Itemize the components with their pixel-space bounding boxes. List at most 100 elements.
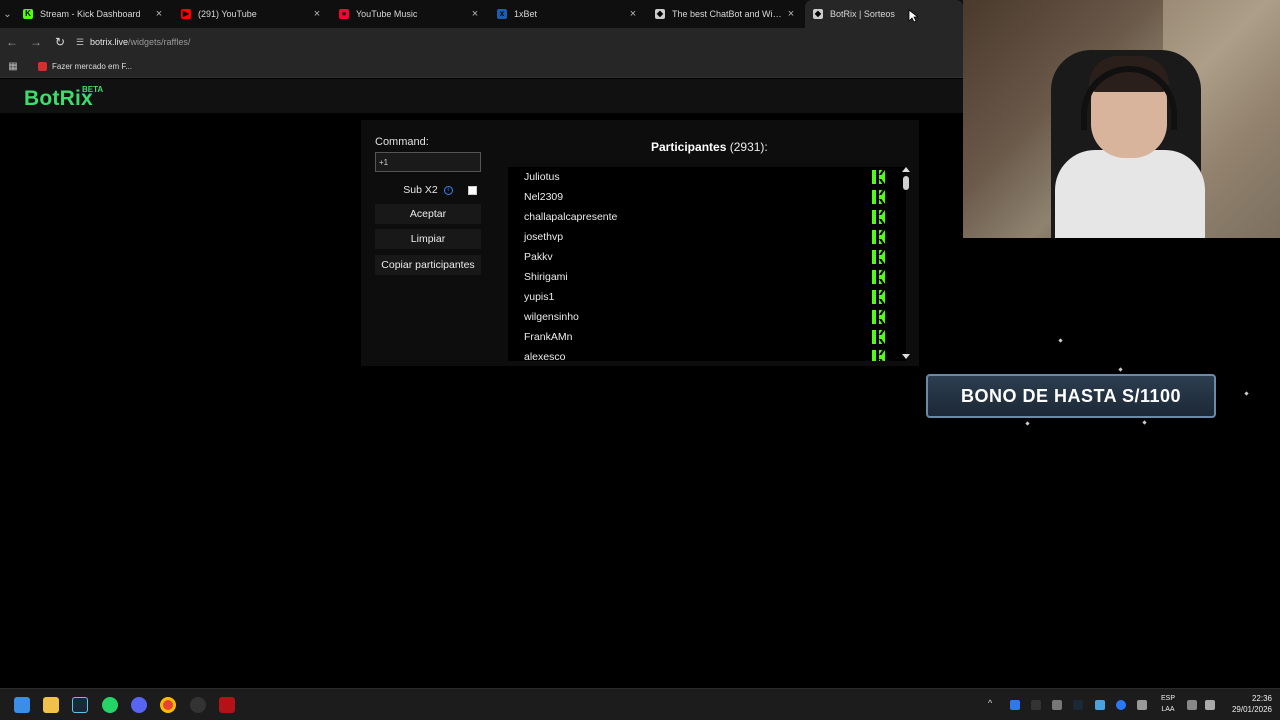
copy-participants-button[interactable]: Copiar participantes bbox=[375, 255, 481, 275]
particle bbox=[1058, 338, 1063, 343]
participant-row[interactable]: Nel2309 bbox=[508, 187, 906, 207]
network-icon[interactable] bbox=[1187, 700, 1197, 710]
participant-row[interactable]: Pakkv bbox=[508, 247, 906, 267]
language-line-1: ESP bbox=[1160, 695, 1175, 702]
command-label: Command: bbox=[375, 136, 429, 148]
participants-scrollbar[interactable] bbox=[902, 167, 910, 361]
kick-icon bbox=[872, 190, 885, 204]
participants-count: (2931) bbox=[729, 140, 765, 154]
browser-tab[interactable]: x 1xBet × bbox=[489, 0, 647, 28]
kick-icon bbox=[872, 310, 885, 324]
close-tab-icon[interactable]: × bbox=[469, 8, 481, 20]
participant-row[interactable]: challapalcapresente bbox=[508, 207, 906, 227]
url-host: botrix.live bbox=[90, 37, 129, 47]
tray-app-icon[interactable] bbox=[1010, 700, 1020, 710]
back-icon[interactable]: ← bbox=[0, 28, 24, 56]
url-field[interactable]: ☰ botrix.live/widgets/raffles/ bbox=[76, 32, 936, 52]
browser-tab[interactable]: ▶ (291) YouTube × bbox=[173, 0, 331, 28]
kick-icon bbox=[872, 210, 885, 224]
file-explorer-icon[interactable] bbox=[43, 697, 59, 713]
participants-title: Participantes (2931): bbox=[651, 140, 768, 154]
browser-tab[interactable]: ◆ BotRix | Sorteos bbox=[805, 0, 963, 28]
command-input[interactable] bbox=[375, 152, 481, 172]
participant-row[interactable]: alexesco bbox=[508, 347, 906, 361]
botrix-icon: ◆ bbox=[813, 9, 823, 19]
scroll-thumb[interactable] bbox=[903, 176, 909, 190]
participant-name: challapalcapresente bbox=[524, 211, 618, 223]
tray-overflow-icon[interactable]: ^ bbox=[988, 698, 998, 708]
tray-obs-icon[interactable] bbox=[1031, 700, 1041, 710]
participant-row[interactable]: wilgensinho bbox=[508, 307, 906, 327]
participant-row[interactable]: FrankAMn bbox=[508, 327, 906, 347]
participant-row[interactable]: Juliotus bbox=[508, 167, 906, 187]
participant-name: yupis1 bbox=[524, 291, 555, 303]
whatsapp-icon[interactable] bbox=[102, 697, 118, 713]
info-icon[interactable]: i bbox=[443, 185, 453, 195]
close-tab-icon[interactable]: × bbox=[785, 8, 797, 20]
participant-name: alexesco bbox=[524, 351, 566, 361]
tab-label: The best ChatBot and Widgets bbox=[672, 9, 785, 19]
particle bbox=[1118, 367, 1123, 372]
close-tab-icon[interactable]: × bbox=[311, 8, 323, 20]
participants-list[interactable]: Juliotus Nel2309 challapalcapresente joseth… bbox=[508, 167, 906, 361]
browser-tab[interactable]: ◆ The best ChatBot and Widgets × bbox=[647, 0, 805, 28]
youtube-icon: ▶ bbox=[181, 9, 191, 19]
clock[interactable]: 22:36 29/01/2026 bbox=[1222, 693, 1272, 715]
1xbet-icon: x bbox=[497, 9, 507, 19]
sub-x2-checkbox[interactable] bbox=[468, 186, 477, 195]
chrome-icon[interactable] bbox=[160, 697, 176, 713]
kick-icon bbox=[872, 270, 885, 284]
scroll-down-icon[interactable] bbox=[902, 354, 910, 359]
particle bbox=[1025, 421, 1030, 426]
raffle-panel: Command: Sub X2 i Aceptar Limpiar Copiar… bbox=[361, 120, 919, 366]
bonus-banner: BONO DE HASTA S/1100 bbox=[926, 374, 1216, 418]
kick-icon bbox=[872, 230, 885, 244]
url-path: /widgets/raffles/ bbox=[128, 37, 191, 47]
kick-icon bbox=[872, 330, 885, 344]
tab-label: 1xBet bbox=[514, 9, 538, 19]
scroll-up-icon[interactable] bbox=[902, 167, 910, 172]
close-tab-icon[interactable]: × bbox=[153, 8, 165, 20]
participant-name: Shirigami bbox=[524, 271, 568, 283]
kick-icon bbox=[872, 250, 885, 264]
discord-icon[interactable] bbox=[131, 697, 147, 713]
accept-button[interactable]: Aceptar bbox=[375, 204, 481, 224]
participant-name: FrankAMn bbox=[524, 331, 573, 343]
tab-label: YouTube Music bbox=[356, 9, 418, 19]
participant-row[interactable]: yupis1 bbox=[508, 287, 906, 307]
particle bbox=[1244, 391, 1249, 396]
kick-icon: K bbox=[23, 9, 33, 19]
forward-icon[interactable]: → bbox=[24, 28, 48, 56]
obs-icon[interactable] bbox=[190, 697, 206, 713]
bookmark-favicon-icon bbox=[38, 62, 47, 71]
site-info-icon[interactable]: ☰ bbox=[76, 37, 90, 48]
browser-tab[interactable]: ● YouTube Music × bbox=[331, 0, 489, 28]
microphone-icon[interactable] bbox=[1137, 700, 1147, 710]
close-tab-icon[interactable]: × bbox=[627, 8, 639, 20]
tray-steam-icon[interactable] bbox=[1073, 700, 1083, 710]
steam-icon[interactable] bbox=[72, 697, 88, 713]
participant-name: Pakkv bbox=[524, 251, 553, 263]
youtube-music-icon: ● bbox=[339, 9, 349, 19]
reload-icon[interactable]: ↻ bbox=[48, 28, 72, 56]
bookmark-item[interactable]: Fazer mercado em F... bbox=[38, 62, 132, 71]
sub-x2-row: Sub X2 i bbox=[375, 182, 481, 198]
browser-tab[interactable]: K Stream - Kick Dashboard × bbox=[15, 0, 173, 28]
tray-app-icon[interactable] bbox=[1052, 700, 1062, 710]
participant-name: Nel2309 bbox=[524, 191, 564, 203]
apps-grid-icon[interactable]: ▦ bbox=[0, 61, 26, 72]
bluetooth-icon[interactable] bbox=[1116, 700, 1126, 710]
tab-label: Stream - Kick Dashboard bbox=[40, 9, 141, 19]
game-icon[interactable] bbox=[219, 697, 235, 713]
volume-icon[interactable] bbox=[1205, 700, 1215, 710]
clear-button[interactable]: Limpiar bbox=[375, 229, 481, 249]
clock-time: 22:36 bbox=[1251, 694, 1272, 703]
tray-app-icon[interactable] bbox=[1095, 700, 1105, 710]
participant-row[interactable]: Shirigami bbox=[508, 267, 906, 287]
tab-search-icon[interactable]: ⌄ bbox=[0, 0, 15, 28]
language-indicator[interactable]: ESP LAA bbox=[1159, 693, 1177, 715]
webcam-person-body bbox=[1055, 150, 1205, 238]
botrix-icon: ◆ bbox=[655, 9, 665, 19]
participant-row[interactable]: josethvp bbox=[508, 227, 906, 247]
windows-start-icon[interactable] bbox=[14, 697, 30, 713]
